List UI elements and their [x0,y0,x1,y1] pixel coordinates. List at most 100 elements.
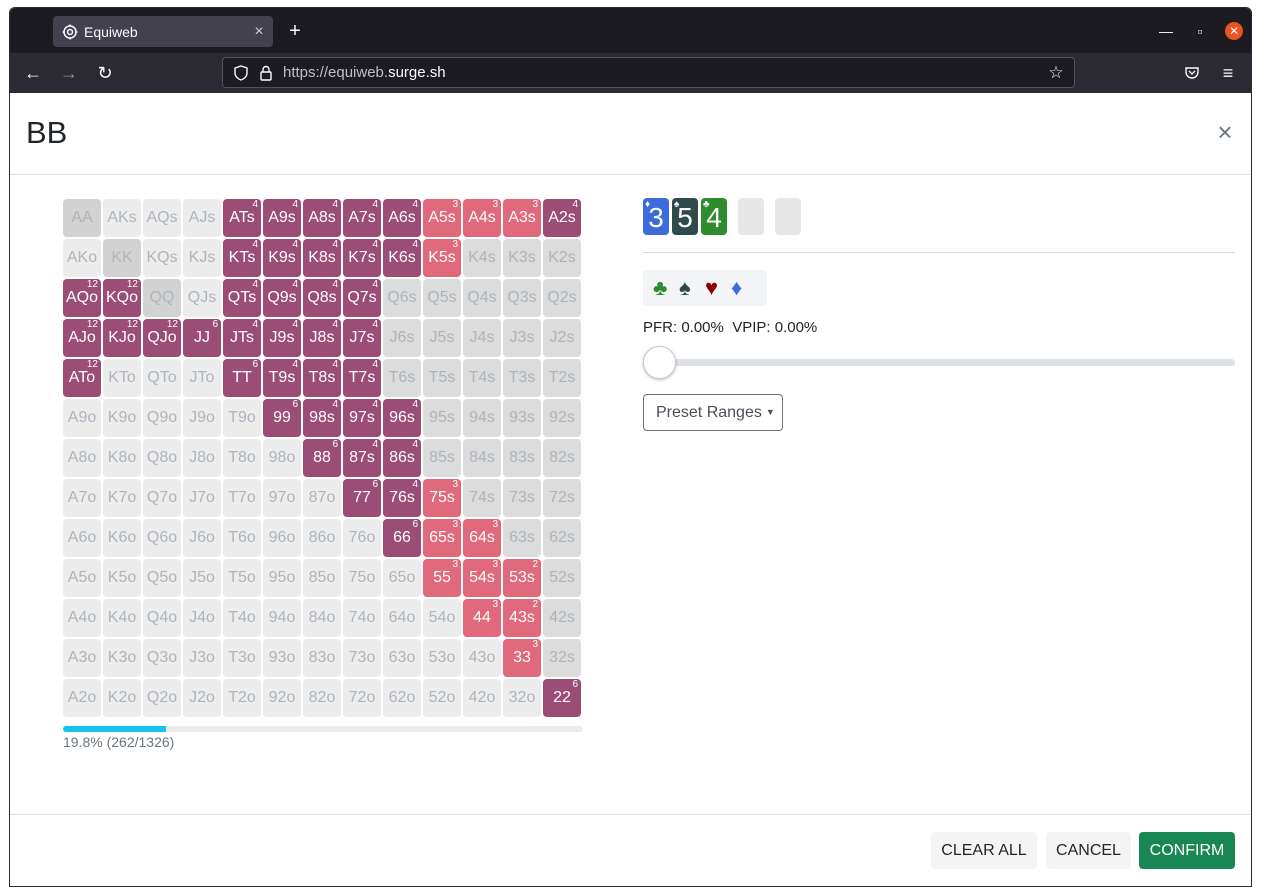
hand-cell-ATo[interactable]: ATo 12 [63,359,101,397]
hand-cell-77[interactable]: 77 6 [343,479,381,517]
hand-cell-Q4s[interactable]: Q4s [463,279,501,317]
hand-cell-T2o[interactable]: T2o [223,679,261,717]
hand-cell-K6s[interactable]: K6s 4 [383,239,421,277]
hand-cell-Q8o[interactable]: Q8o [143,439,181,477]
hand-cell-87o[interactable]: 87o [303,479,341,517]
hand-cell-J2s[interactable]: J2s [543,319,581,357]
hand-cell-76o[interactable]: 76o [343,519,381,557]
hand-cell-K5o[interactable]: K5o [103,559,141,597]
hand-cell-J4o[interactable]: J4o [183,599,221,637]
hand-cell-J9o[interactable]: J9o [183,399,221,437]
hand-cell-54o[interactable]: 54o [423,599,461,637]
hand-cell-J5s[interactable]: J5s [423,319,461,357]
hand-cell-JTo[interactable]: JTo [183,359,221,397]
window-close-icon[interactable]: ✕ [1225,22,1243,40]
hand-cell-K3o[interactable]: K3o [103,639,141,677]
hand-cell-72o[interactable]: 72o [343,679,381,717]
diamonds-icon[interactable]: ♦ [731,274,742,302]
back-arrow-icon[interactable]: ← [20,60,46,86]
hand-cell-33[interactable]: 33 3 [503,639,541,677]
hand-cell-55[interactable]: 55 3 [423,559,461,597]
hand-cell-K9o[interactable]: K9o [103,399,141,437]
hand-cell-K2o[interactable]: K2o [103,679,141,717]
hand-cell-83s[interactable]: 83s [503,439,541,477]
range-slider-thumb[interactable] [643,346,676,379]
hand-cell-J3o[interactable]: J3o [183,639,221,677]
confirm-button[interactable]: CONFIRM [1139,832,1235,869]
address-bar[interactable]: https://equiweb.surge.sh ☆ [222,57,1075,88]
hand-cell-95s[interactable]: 95s [423,399,461,437]
hand-cell-J6o[interactable]: J6o [183,519,221,557]
hand-cell-Q2s[interactable]: Q2s [543,279,581,317]
hand-cell-43o[interactable]: 43o [463,639,501,677]
hand-cell-T7o[interactable]: T7o [223,479,261,517]
hand-cell-92s[interactable]: 92s [543,399,581,437]
hand-cell-A9o[interactable]: A9o [63,399,101,437]
hand-cell-Q6s[interactable]: Q6s [383,279,421,317]
hand-cell-TT[interactable]: TT 6 [223,359,261,397]
hand-cell-Q4o[interactable]: Q4o [143,599,181,637]
hand-cell-QTo[interactable]: QTo [143,359,181,397]
hand-cell-AQs[interactable]: AQs [143,199,181,237]
hand-cell-J6s[interactable]: J6s [383,319,421,357]
hand-cell-T5o[interactable]: T5o [223,559,261,597]
hand-cell-KQs[interactable]: KQs [143,239,181,277]
hand-cell-T2s[interactable]: T2s [543,359,581,397]
hearts-icon[interactable]: ♥ [705,274,718,302]
hand-cell-KJs[interactable]: KJs [183,239,221,277]
menu-icon[interactable]: ≡ [1215,60,1241,86]
hand-cell-62s[interactable]: 62s [543,519,581,557]
hand-cell-44[interactable]: 44 3 [463,599,501,637]
hand-cell-T6o[interactable]: T6o [223,519,261,557]
board-card[interactable]: ♦ 3 [643,198,669,235]
hand-cell-88[interactable]: 88 6 [303,439,341,477]
hand-cell-A7o[interactable]: A7o [63,479,101,517]
hand-cell-74o[interactable]: 74o [343,599,381,637]
hand-cell-Q6o[interactable]: Q6o [143,519,181,557]
hand-cell-T9o[interactable]: T9o [223,399,261,437]
hand-cell-42s[interactable]: 42s [543,599,581,637]
hand-cell-93o[interactable]: 93o [263,639,301,677]
hand-cell-KJo[interactable]: KJo 12 [103,319,141,357]
hand-cell-AJs[interactable]: AJs [183,199,221,237]
minimize-icon[interactable]: — [1155,20,1177,42]
hand-cell-Q7o[interactable]: Q7o [143,479,181,517]
hand-cell-JJ[interactable]: JJ 6 [183,319,221,357]
hand-cell-T3o[interactable]: T3o [223,639,261,677]
hand-cell-52s[interactable]: 52s [543,559,581,597]
hand-cell-63o[interactable]: 63o [383,639,421,677]
hand-cell-K3s[interactable]: K3s [503,239,541,277]
hand-cell-T5s[interactable]: T5s [423,359,461,397]
hand-cell-73o[interactable]: 73o [343,639,381,677]
hand-cell-A4s[interactable]: A4s 3 [463,199,501,237]
hand-cell-AA[interactable]: AA [63,199,101,237]
hand-cell-52o[interactable]: 52o [423,679,461,717]
hand-cell-T4s[interactable]: T4s [463,359,501,397]
hand-cell-99[interactable]: 99 6 [263,399,301,437]
hand-cell-K6o[interactable]: K6o [103,519,141,557]
hand-cell-J2o[interactable]: J2o [183,679,221,717]
new-tab-button[interactable]: + [283,19,307,43]
hand-cell-22[interactable]: 22 6 [543,679,581,717]
preset-ranges-dropdown[interactable]: Preset Ranges ▼ [643,394,783,431]
hand-cell-J4s[interactable]: J4s [463,319,501,357]
hand-cell-AKs[interactable]: AKs [103,199,141,237]
hand-cell-84s[interactable]: 84s [463,439,501,477]
hand-cell-J7o[interactable]: J7o [183,479,221,517]
pocket-icon[interactable] [1179,60,1205,86]
cancel-button[interactable]: CANCEL [1046,832,1131,869]
hand-cell-96o[interactable]: 96o [263,519,301,557]
hand-cell-94o[interactable]: 94o [263,599,301,637]
hand-cell-72s[interactable]: 72s [543,479,581,517]
hand-cell-A3s[interactable]: A3s 3 [503,199,541,237]
hand-cell-82s[interactable]: 82s [543,439,581,477]
hand-cell-92o[interactable]: 92o [263,679,301,717]
hand-cell-42o[interactable]: 42o [463,679,501,717]
tab-close-icon[interactable]: × [249,23,269,41]
hand-cell-A4o[interactable]: A4o [63,599,101,637]
hand-cell-J8o[interactable]: J8o [183,439,221,477]
hand-cell-K8o[interactable]: K8o [103,439,141,477]
empty-card-slot[interactable] [738,198,764,235]
hand-cell-KTo[interactable]: KTo [103,359,141,397]
range-slider-track[interactable] [653,359,1235,366]
